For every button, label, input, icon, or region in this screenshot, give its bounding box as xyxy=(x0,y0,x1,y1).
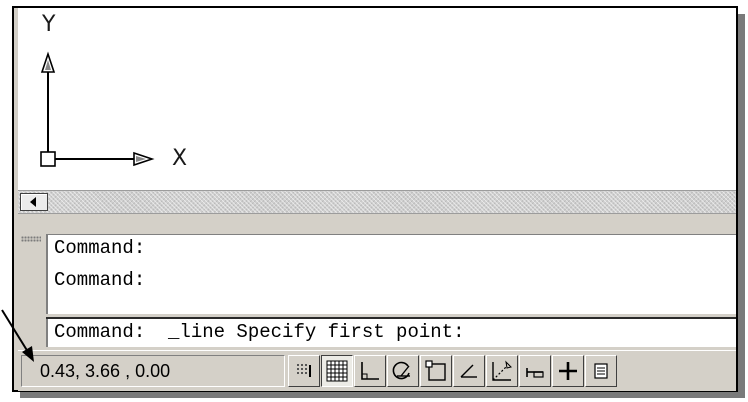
otrack-icon xyxy=(460,364,477,378)
lineweight-button[interactable] xyxy=(552,355,584,387)
command-line-input[interactable]: Command: _line Specify first point: xyxy=(46,319,736,347)
command-window-grip[interactable] xyxy=(21,236,41,242)
object-snap-button[interactable] xyxy=(420,355,452,387)
infer-icon xyxy=(297,364,311,377)
callout-arrow-icon xyxy=(1,309,34,362)
dynamic-ucs-button[interactable] xyxy=(486,355,518,387)
y-axis-label: Y xyxy=(42,12,56,37)
polar-tracking-button[interactable] xyxy=(387,355,419,387)
autocad-window: Y X Command: Command: Command: _line Spe… xyxy=(12,6,738,392)
horizontal-scrollbar[interactable] xyxy=(18,190,736,214)
drawing-area[interactable]: Y X xyxy=(18,8,736,190)
quick-properties-button[interactable] xyxy=(585,355,617,387)
ortho-icon xyxy=(361,362,379,380)
scroll-left-arrow-icon xyxy=(30,197,36,207)
command-history: Command: Command: xyxy=(46,234,736,314)
command-history-line: Command: xyxy=(54,237,146,259)
scroll-left-button[interactable] xyxy=(20,193,48,211)
polar-icon xyxy=(392,361,410,380)
x-axis-label: X xyxy=(172,146,188,171)
status-bar: 0.43, 3.66 , 0.00 xyxy=(18,350,736,391)
infer-constraints-button[interactable] xyxy=(288,355,320,387)
osnap-icon xyxy=(425,360,446,381)
qp-icon xyxy=(594,363,608,379)
ortho-button[interactable] xyxy=(354,355,386,387)
dynamic-input-button[interactable] xyxy=(519,355,551,387)
grid-icon xyxy=(326,360,348,382)
command-prompt: Command: _line Specify first point: xyxy=(54,321,465,343)
command-history-line: Command: xyxy=(54,269,146,291)
coordinate-display[interactable]: 0.43, 3.66 , 0.00 xyxy=(21,355,285,387)
grid-button[interactable] xyxy=(321,355,353,387)
lineweight-icon xyxy=(559,362,577,380)
ducs-icon xyxy=(492,360,512,381)
command-window: Command: Command: Command: _line Specify… xyxy=(18,228,736,350)
dyn-icon xyxy=(526,368,544,378)
object-snap-tracking-button[interactable] xyxy=(453,355,485,387)
